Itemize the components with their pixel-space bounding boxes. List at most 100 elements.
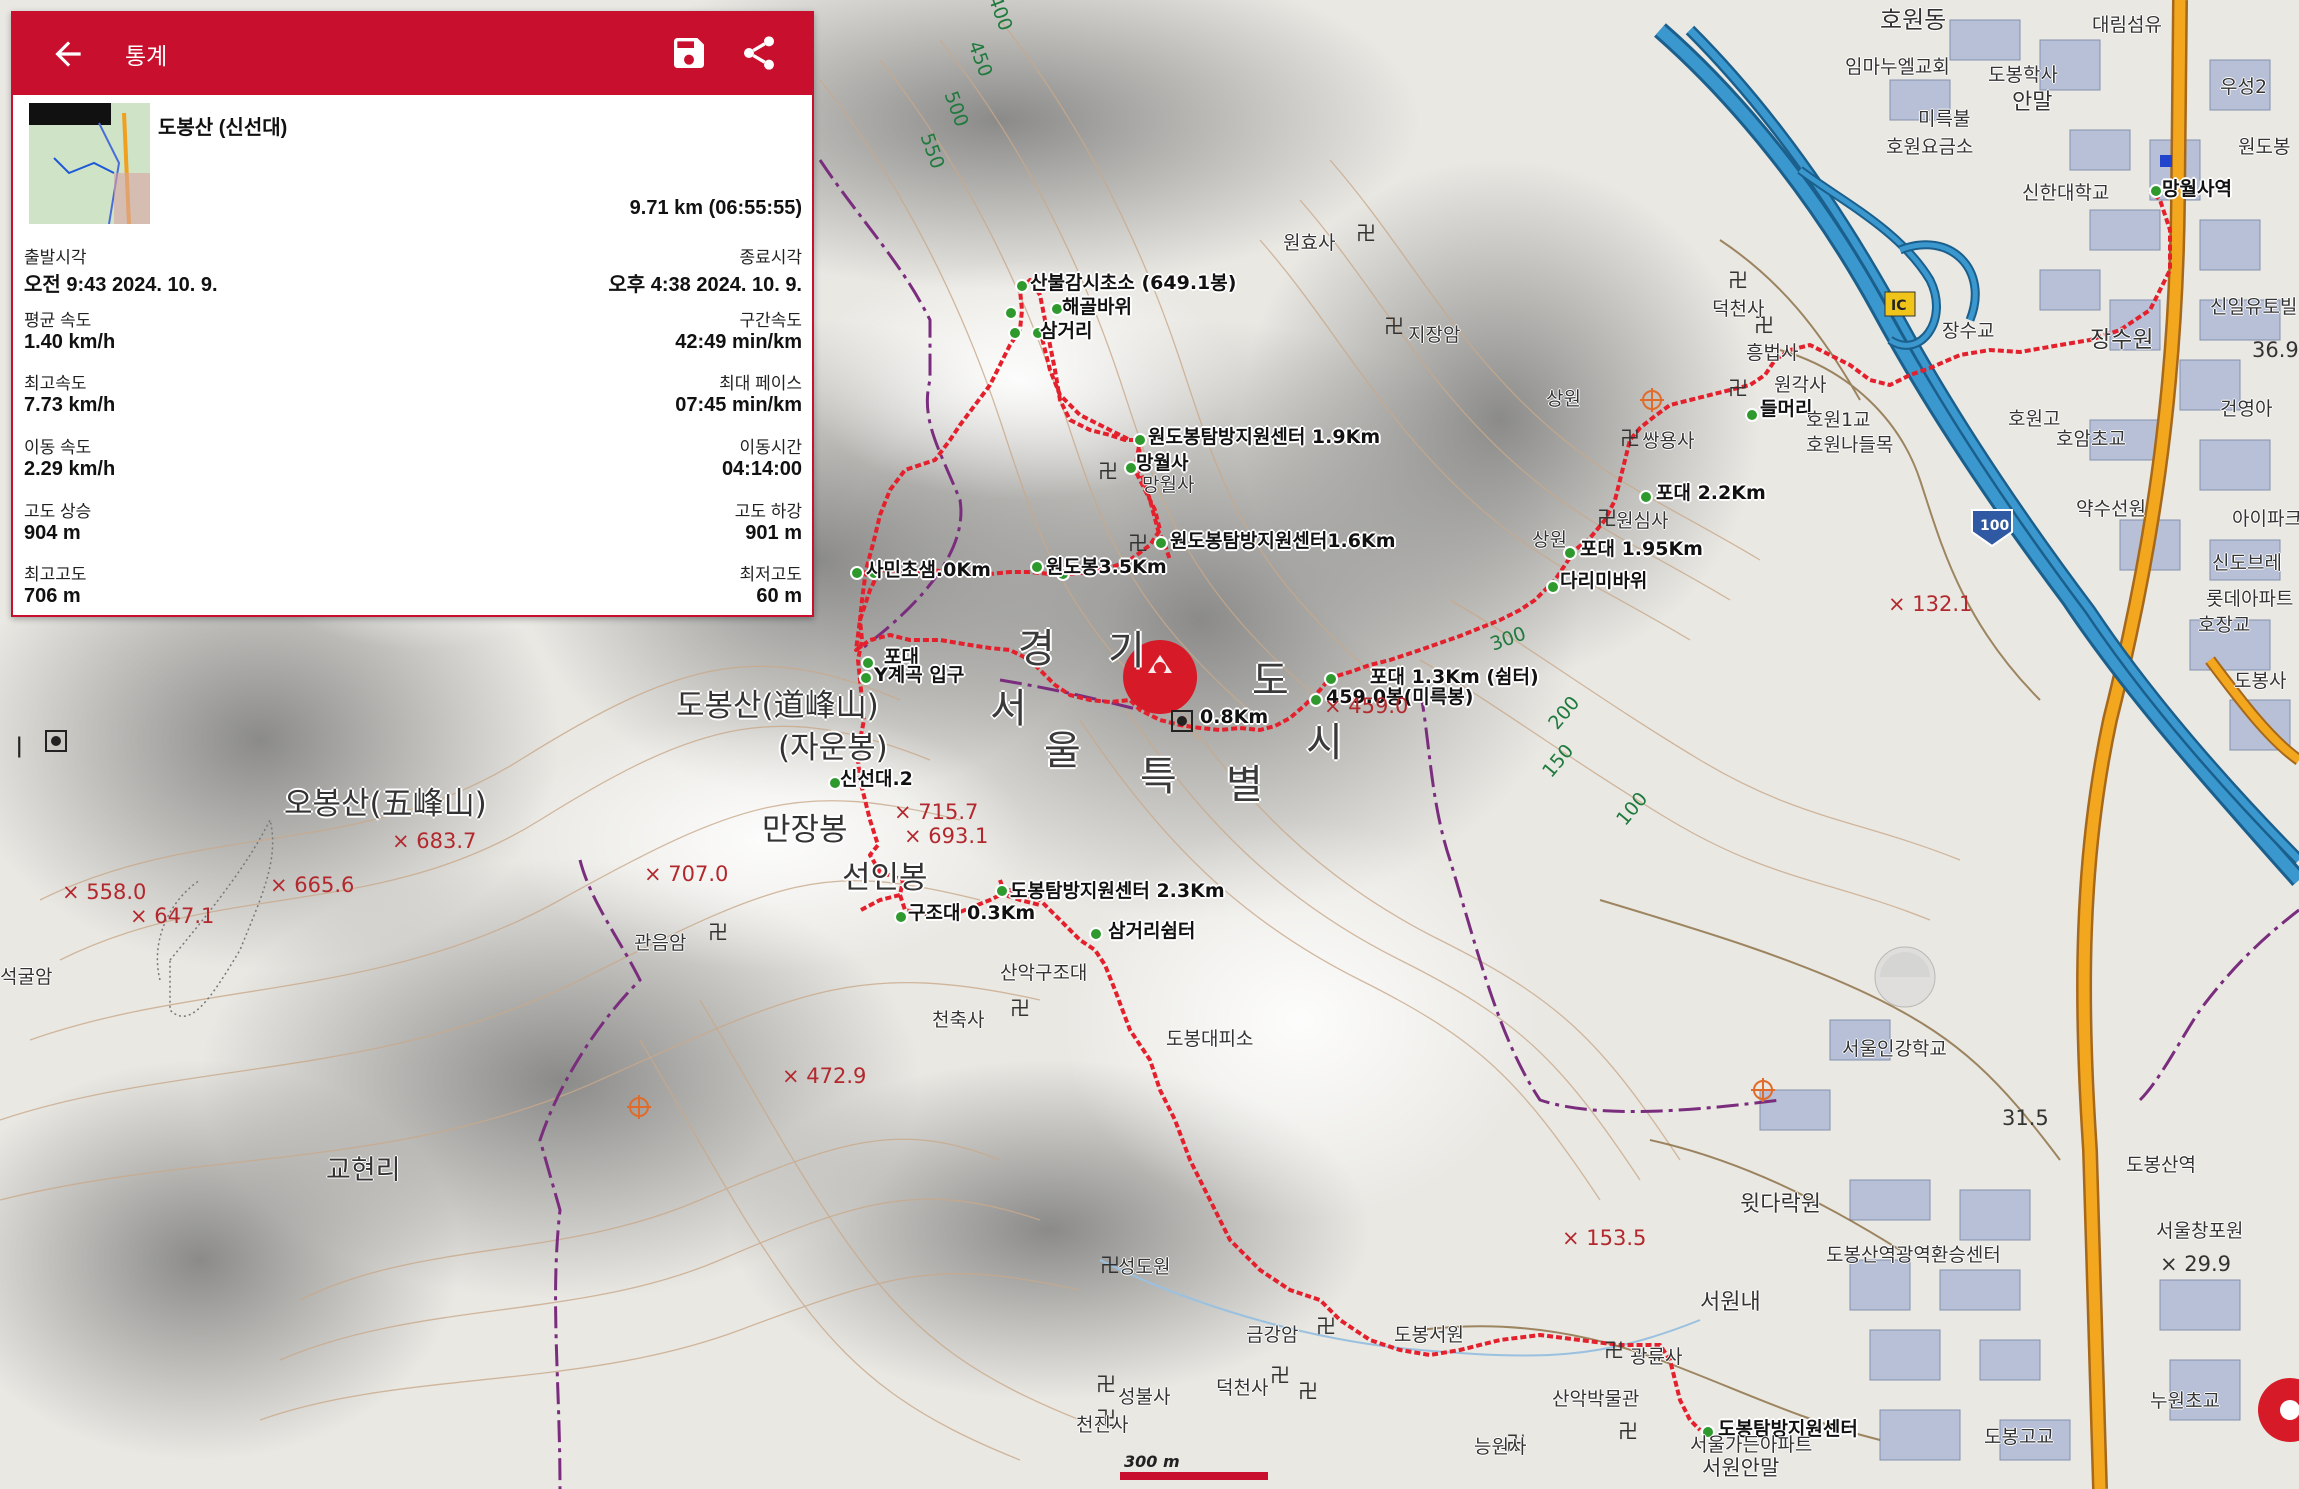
city-label-char: 기 [1108, 628, 1147, 674]
stat-start-value: 오전 9:43 2024. 10. 9. [24, 274, 218, 296]
place-label: 망월사 [1142, 474, 1195, 496]
stat-min-alt-label: 최저고도 [739, 565, 802, 584]
place-label: 호원요금소 [1886, 136, 1974, 158]
route-name: 도봉산 (신선대) [158, 117, 288, 139]
elevation-label: 683.7 [392, 829, 476, 853]
peak-label-obongsan: 오봉산(五峰山) [284, 786, 487, 822]
scale-label: 300 m [1124, 1452, 1180, 1471]
stat-end-value: 오후 4:38 2024. 10. 9. [608, 274, 802, 296]
scale-bar [1120, 1472, 1268, 1480]
waypoint-label: 포대 1.95Km [1580, 538, 1703, 560]
stat-max-alt-label: 최고고도 [24, 565, 87, 584]
waypoint-label: 삼거리쉼터 [1108, 920, 1196, 942]
elevation-label: 36.9 [2252, 338, 2299, 362]
stat-max-speed-value: 7.73 km/h [24, 394, 116, 416]
place-label: 대림섬유 [2092, 14, 2162, 36]
stat-max-pace-value: 07:45 min/km [675, 394, 802, 416]
elevation-label: 132.1 [1888, 592, 1972, 616]
place-label: 호원1교 [1806, 409, 1871, 431]
place-label: 광륜사 [1630, 1346, 1683, 1368]
place-label: 누원초교 [2150, 1390, 2220, 1412]
stat-moving-time-label: 이동시간 [739, 438, 802, 457]
place-label: 미륵불 [1918, 108, 1971, 130]
place-label: 금강암 [1246, 1324, 1299, 1346]
share-button[interactable] [739, 33, 779, 73]
waypoint-label: 포대 2.2Km [1656, 482, 1766, 504]
place-label: 원효사 [1283, 232, 1336, 254]
stat-ascent-value: 904 m [24, 522, 81, 544]
place-label: 석굴암 [0, 966, 53, 988]
svg-text:卍: 卍 [1604, 1338, 1624, 1362]
place-label: 도봉학사 [1988, 64, 2058, 86]
city-label-char: 특 [1140, 754, 1179, 800]
waypoint-label: 망월사역 [2162, 178, 2232, 200]
place-label: 원심사 [1616, 510, 1669, 532]
place-label: 호원나들목 [1806, 434, 1894, 456]
elevation-label: 31.5 [2002, 1106, 2049, 1130]
place-label: 덕천사 [1216, 1377, 1269, 1399]
elevation-label: 715.7 [894, 800, 978, 824]
place-label: 도봉고교 [1984, 1426, 2054, 1448]
waypoint-label: 들머리 [1760, 398, 1813, 420]
city-label-char: 서 [990, 686, 1029, 732]
peak-label-seoninbong: 선인봉 [842, 860, 928, 896]
stat-moving-time-value: 04:14:00 [721, 458, 802, 480]
stat-start-label: 출발시각 [24, 248, 87, 267]
stat-ascent-label: 고도 상승 [24, 502, 92, 521]
waypoint-label: 삼거리 [1040, 320, 1093, 342]
city-label-char: 경 [1018, 626, 1057, 672]
place-label: 쌍용사 [1642, 430, 1695, 452]
place-label: 도봉대피소 [1166, 1028, 1254, 1050]
stat-avg-speed-label: 평균 속도 [24, 311, 92, 330]
place-label: 상원 [1546, 388, 1581, 410]
elevation-label: 29.9 [2160, 1252, 2231, 1276]
waypoint-label: 다리미바위 [1560, 570, 1648, 592]
elevation-label: 153.5 [1562, 1226, 1646, 1250]
svg-text:卍: 卍 [1728, 268, 1748, 292]
city-label-char: 도 [1252, 658, 1291, 704]
peak-label-dobongsan: 도봉산(道峰山) [676, 688, 879, 724]
route-thumbnail[interactable] [29, 103, 150, 224]
waypoint-label: 0.8Km [1200, 706, 1269, 728]
waypoint-label: 도봉탐방지원센터 2.3Km [1010, 880, 1225, 902]
place-label: 신도브레 [2212, 552, 2282, 574]
svg-text:卍: 卍 [1098, 459, 1118, 483]
place-label: 우성2 [2220, 76, 2268, 98]
elevation-label: 693.1 [904, 824, 988, 848]
place-label: 호암초교 [2056, 428, 2126, 450]
svg-text:卍: 卍 [1728, 376, 1748, 400]
place-label: 호원고 [2008, 408, 2061, 430]
place-label: 안말 [2012, 90, 2053, 115]
place-label: 서원내 [1700, 1290, 1761, 1315]
arrow-left-icon [55, 41, 81, 67]
place-label: 호장교 [2198, 614, 2251, 636]
stat-max-alt-value: 706 m [24, 585, 81, 607]
place-label: 신한대학교 [2022, 182, 2110, 204]
svg-text:卍: 卍 [1298, 1379, 1318, 1403]
place-label: 흥법사 [1746, 342, 1799, 364]
place-label: 원도봉 [2238, 136, 2291, 158]
svg-text:卍: 卍 [1096, 1372, 1116, 1396]
save-button[interactable] [669, 33, 709, 73]
place-label: 서울가든아파트 [1690, 1434, 1813, 1456]
place-label: 건영아 [2220, 398, 2273, 420]
stat-descent-value: 901 m [745, 522, 802, 544]
waypoint-label: 해골바위 [1062, 296, 1132, 318]
elevation-label: 459.0 [1324, 694, 1408, 718]
svg-text:卍: 卍 [1010, 996, 1030, 1020]
place-label: 산악구조대 [1000, 962, 1088, 984]
place-label: 능원사 [1474, 1436, 1527, 1458]
place-label: 임마누엘교회 [1845, 56, 1950, 78]
waypoint-label: 사민초샘.0Km [866, 559, 991, 581]
svg-text:卍: 卍 [1356, 221, 1376, 245]
waypoint-label: 원도봉탐방지원센터 1.9Km [1148, 426, 1381, 448]
waypoint-label: 원도봉3.5Km [1046, 556, 1167, 578]
svg-text:卍: 卍 [1316, 1314, 1336, 1338]
stat-moving-speed-value: 2.29 km/h [24, 458, 116, 480]
back-button[interactable] [49, 35, 87, 73]
place-label: 도봉산역 [2126, 1154, 2196, 1176]
floppy-disk-icon [674, 38, 704, 68]
svg-text:ǀ: ǀ [16, 734, 23, 759]
place-label: 약수선원 [2076, 498, 2146, 520]
route-distance: 9.71 km (06:55:55) [629, 197, 802, 219]
